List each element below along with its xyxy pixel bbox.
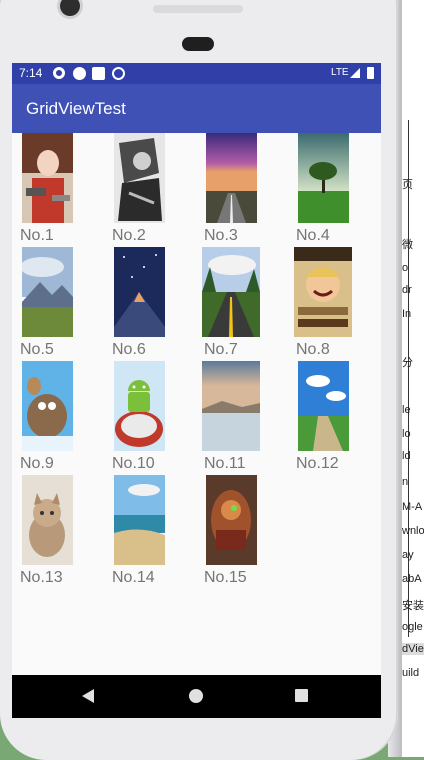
background-text-line: lo bbox=[402, 428, 411, 440]
background-text-line: dVie bbox=[402, 643, 424, 655]
grid-item-label: No.6 bbox=[112, 341, 146, 358]
grid-item-label: No.1 bbox=[20, 227, 54, 244]
back-icon[interactable] bbox=[82, 689, 94, 703]
background-text-line: o bbox=[402, 262, 409, 274]
thumbnail-purple-road bbox=[206, 133, 257, 223]
grid-item-label: No.10 bbox=[112, 455, 155, 472]
background-text-line: ld bbox=[402, 450, 411, 462]
notification-dot-icon bbox=[73, 67, 86, 80]
phone-screen: 7:14 LTE GridViewTest No.1 No.2 No.3 No.… bbox=[12, 63, 381, 718]
grid-item-3[interactable]: No.3 bbox=[196, 133, 288, 247]
background-text-line: wnlo bbox=[402, 525, 424, 537]
data-saver-icon bbox=[112, 67, 125, 80]
settings-gear-icon bbox=[53, 67, 65, 79]
background-text-line: abA bbox=[402, 573, 422, 585]
thumbnail-sky-path bbox=[298, 361, 349, 451]
grid-item-1[interactable]: No.1 bbox=[12, 133, 104, 247]
background-text-line: ogle bbox=[402, 621, 423, 633]
background-text-line: ay bbox=[402, 549, 414, 561]
grid-item-12[interactable]: No.12 bbox=[288, 361, 380, 475]
status-time: 7:14 bbox=[19, 66, 43, 80]
grid-item-label: No.7 bbox=[204, 341, 238, 358]
thumbnail-forest-road bbox=[202, 247, 260, 337]
background-text-line: M-A bbox=[402, 501, 423, 513]
thumbnail-mountain-meadow bbox=[22, 247, 73, 337]
grid-item-label: No.5 bbox=[20, 341, 54, 358]
network-type: LTE bbox=[331, 67, 349, 78]
thumbnail-ice-age bbox=[22, 361, 73, 451]
grid-item-label: No.3 bbox=[204, 227, 238, 244]
navigation-bar bbox=[12, 675, 381, 718]
thumbnail-beach bbox=[114, 475, 165, 565]
grid-item-11[interactable]: No.11 bbox=[196, 361, 288, 475]
grid-item-label: No.9 bbox=[20, 455, 54, 472]
app-bar: GridViewTest bbox=[12, 84, 381, 133]
grid-item-4[interactable]: No.4 bbox=[288, 133, 380, 247]
background-text-line: dr bbox=[402, 284, 412, 296]
background-text-line: 微 bbox=[402, 239, 413, 251]
status-bar: 7:14 LTE bbox=[12, 63, 381, 84]
grid-item-label: No.14 bbox=[112, 569, 155, 586]
battery-icon bbox=[367, 67, 374, 79]
grid-item-label: No.2 bbox=[112, 227, 146, 244]
background-text-line: 页 bbox=[402, 179, 413, 191]
thumbnail-frozen-lake bbox=[202, 361, 260, 451]
grid-item-14[interactable]: No.14 bbox=[104, 475, 196, 589]
signal-strength-icon bbox=[350, 68, 360, 78]
background-text-line: In bbox=[402, 308, 412, 320]
grid-item-label: No.12 bbox=[296, 455, 339, 472]
background-text-line: 安装 bbox=[402, 600, 424, 612]
grid-item-8[interactable]: No.8 bbox=[288, 247, 380, 361]
grid-item-label: No.4 bbox=[296, 227, 330, 244]
grid-item-label: No.8 bbox=[296, 341, 330, 358]
notification-square-icon bbox=[92, 67, 105, 80]
grid-item-label: No.15 bbox=[204, 569, 247, 586]
thumbnail-anime-girl bbox=[22, 133, 73, 223]
grid-item-label: No.13 bbox=[20, 569, 63, 586]
thumbnail-android-robot bbox=[114, 361, 165, 451]
grid-item-7[interactable]: No.7 bbox=[196, 247, 288, 361]
thumbnail-sketch-soldier bbox=[114, 133, 165, 223]
grid-item-2[interactable]: No.2 bbox=[104, 133, 196, 247]
thumbnail-tree-field bbox=[298, 133, 349, 223]
background-text-line: 分 bbox=[402, 357, 413, 369]
thumbnail-kitten bbox=[22, 475, 73, 565]
app-title: GridViewTest bbox=[26, 99, 126, 118]
grid-item-5[interactable]: No.5 bbox=[12, 247, 104, 361]
thumbnail-wanted-poster bbox=[294, 247, 352, 337]
background-text-line: n bbox=[402, 476, 409, 488]
background-text-line: uild bbox=[402, 667, 420, 679]
grid-item-9[interactable]: No.9 bbox=[12, 361, 104, 475]
home-icon[interactable] bbox=[189, 689, 203, 703]
earpiece-speaker bbox=[153, 5, 243, 13]
grid-item-13[interactable]: No.13 bbox=[12, 475, 104, 589]
background-text-line: le bbox=[402, 404, 411, 416]
grid-item-10[interactable]: No.10 bbox=[104, 361, 196, 475]
grid-item-15[interactable]: No.15 bbox=[196, 475, 288, 589]
recents-icon[interactable] bbox=[295, 689, 308, 702]
grid-item-6[interactable]: No.6 bbox=[104, 247, 196, 361]
proximity-sensor bbox=[182, 37, 214, 51]
grid-item-label: No.11 bbox=[204, 455, 246, 472]
thumbnail-armored-warrior bbox=[206, 475, 257, 565]
image-grid[interactable]: No.1 No.2 No.3 No.4 No.5 No.6 No.7 No.8 … bbox=[12, 133, 381, 675]
thumbnail-starry-peak bbox=[114, 247, 165, 337]
